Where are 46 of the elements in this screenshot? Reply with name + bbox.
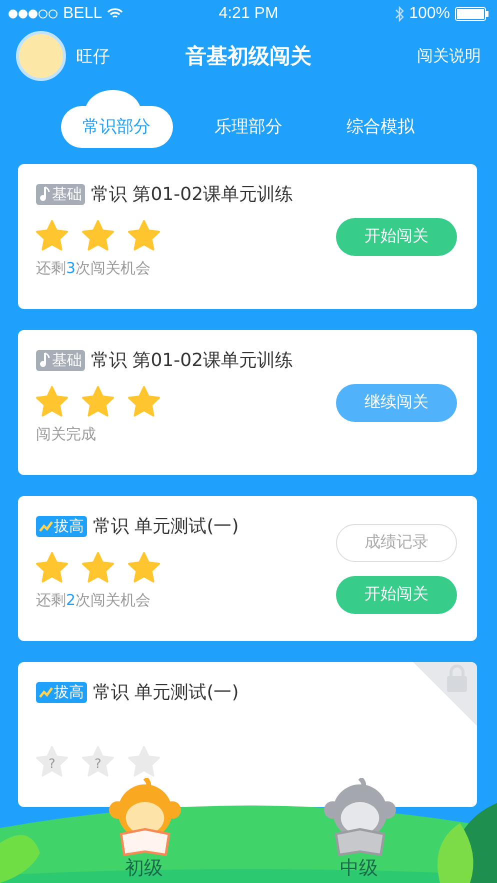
bluetooth-icon [395,6,404,22]
star-icon [82,386,114,417]
status-time: 4:21 PM [218,5,278,23]
star-icon [36,552,68,583]
carrier-name: BELL [63,5,102,23]
category-tab[interactable]: 综合模拟 [324,90,436,148]
signal-icon [8,9,58,19]
trend-up-icon [39,685,53,699]
rules-link[interactable]: 闯关说明 [417,46,481,66]
locked-star-icon: ? [82,746,114,777]
start-button[interactable]: 开始闯关 [336,576,457,614]
star-icon [128,386,160,417]
page-title: 音基初级闯关 [184,43,312,70]
lesson-title: 常识 第01-02课单元训练 [91,183,294,206]
user-name: 旺仔 [76,46,110,68]
lesson-title: 常识 单元测试(一) [93,681,239,704]
level-tag: 拔高 [36,682,87,702]
star-icon [82,552,114,583]
level-tag: 基础 [36,350,85,370]
music-note-icon [39,352,51,368]
attempts-remaining-text: 还剩2次闯关机会 [36,591,152,610]
level-label[interactable]: 中级 [340,855,378,881]
category-tab[interactable]: 乐理部分 [192,90,304,148]
locked-star-icon [128,746,160,777]
music-note-icon [39,186,51,202]
score-record-button[interactable]: 成绩记录 [336,524,457,562]
lesson-title: 常识 单元测试(一) [93,515,239,538]
lesson-title: 常识 第01-02课单元训练 [91,349,294,372]
start-button[interactable]: 开始闯关 [336,218,457,256]
level-tag: 拔高 [36,516,87,536]
star-icon [128,220,160,251]
battery-icon [455,7,489,21]
wifi-icon [107,8,124,20]
star-icon [36,386,68,417]
user-avatar[interactable] [16,31,66,81]
star-icon [82,220,114,251]
star-icon [128,552,160,583]
locked-star-icon: ? [36,746,68,777]
continue-button[interactable]: 继续闯关 [336,384,457,422]
level-tag: 基础 [36,184,85,204]
star-icon [36,220,68,251]
level-label[interactable]: 初级 [125,855,163,881]
attempts-remaining-text: 还剩3次闯关机会 [36,259,152,278]
trend-up-icon [39,519,53,533]
completion-status-text: 闯关完成 [36,425,97,444]
battery-percentage: 100% [409,5,450,23]
